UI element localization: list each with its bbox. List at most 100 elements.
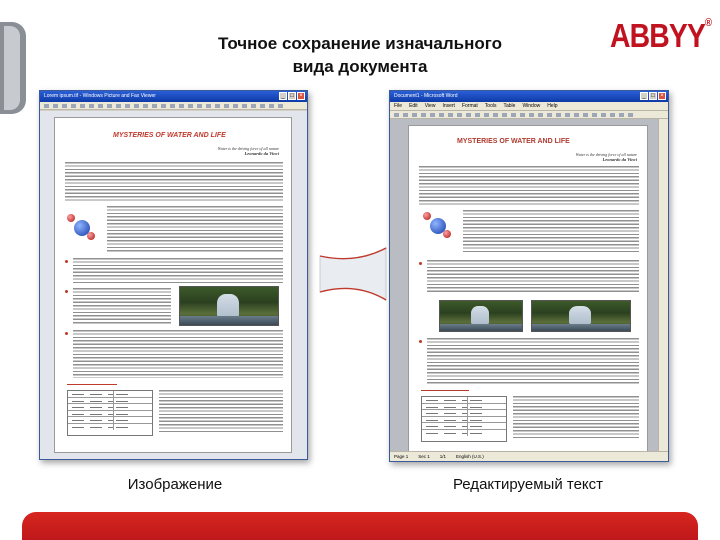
close-button[interactable]: ×: [297, 92, 305, 100]
table-cell: [68, 423, 115, 430]
scan-epigraph-author: Leonardo da Vinci: [244, 151, 279, 156]
maximize-button[interactable]: □: [288, 92, 296, 100]
logo-text: ABBYY: [610, 17, 706, 54]
image-viewer-titlebar[interactable]: Lorem ipsum.tif - Windows Picture and Fa…: [40, 91, 307, 102]
menu-item-table[interactable]: Table: [503, 102, 515, 110]
table-cell: [422, 410, 469, 416]
status-page: Page 1: [394, 454, 409, 459]
slide-side-tab: [0, 22, 26, 114]
scan-bullet-text: [73, 330, 283, 378]
menu-item-file[interactable]: File: [394, 102, 402, 110]
scan-intro-paragraph: [65, 162, 283, 202]
scan-document-title: MYSTERIES OF WATER AND LIFE: [113, 132, 226, 139]
word-title: Document1 - Microsoft Word: [394, 93, 458, 99]
status-page-count: 1/1: [439, 454, 447, 459]
table-row: [68, 423, 152, 430]
scan-bullet-text: [73, 288, 171, 324]
table-cell: [114, 423, 152, 430]
table-cell: [68, 391, 115, 397]
table-cell: [468, 429, 506, 436]
status-language: English (U.S.): [456, 454, 484, 459]
status-section: Sec 1: [418, 454, 430, 459]
table-cell: [422, 423, 469, 429]
waterfall-photo: [179, 286, 279, 326]
toolbar-icons[interactable]: [44, 104, 284, 108]
waterfall-photo: [531, 300, 631, 332]
logo-registered-mark: ®: [705, 17, 712, 29]
table-cell: [468, 423, 506, 429]
image-viewer-title: Lorem ipsum.tif - Windows Picture and Fa…: [44, 93, 156, 99]
word-titlebar[interactable]: Document1 - Microsoft Word _ □ ×: [390, 91, 668, 102]
vertical-scrollbar[interactable]: [658, 119, 668, 451]
table-cell: [468, 416, 506, 422]
waterfall-photo: [439, 300, 523, 332]
scan-table-caption: [67, 384, 117, 385]
slide-title-line1: Точное сохранение изначального: [218, 34, 502, 53]
table-cell: [422, 397, 469, 403]
menu-item-format[interactable]: Format: [462, 102, 478, 110]
word-toolbar[interactable]: [390, 111, 668, 119]
editable-page[interactable]: MYSTERIES OF WATER AND LIFE Water is the…: [408, 125, 648, 455]
menu-item-window[interactable]: Window: [522, 102, 540, 110]
editable-data-table: [421, 396, 507, 442]
molecule-hydrogen: [423, 212, 431, 220]
scan-bullet-text: [73, 258, 283, 284]
image-viewer-window[interactable]: Lorem ipsum.tif - Windows Picture and Fa…: [39, 90, 308, 460]
word-statusbar: Page 1 Sec 1 1/1 English (U.S.): [390, 451, 668, 461]
maximize-button[interactable]: □: [649, 92, 657, 100]
scan-bullet: [65, 332, 68, 335]
editable-bullet: [419, 262, 422, 265]
scan-paragraph: [107, 206, 283, 252]
word-window[interactable]: Document1 - Microsoft Word _ □ × File Ed…: [389, 90, 669, 462]
molecule-hydrogen: [443, 230, 451, 238]
conversion-arrow-callout: [319, 247, 387, 301]
scan-bullet: [65, 290, 68, 293]
editable-epigraph-author: Leonardo da Vinci: [602, 157, 637, 162]
table-row: [422, 429, 506, 436]
caption-editable-text: Редактируемый текст: [452, 476, 604, 493]
menu-item-help[interactable]: Help: [547, 102, 557, 110]
table-cell: [114, 391, 152, 397]
table-cell: [68, 410, 115, 416]
window-controls: _ □ ×: [279, 92, 305, 100]
editable-paragraph: [463, 210, 639, 254]
table-cell: [114, 410, 152, 416]
editable-table-caption: [421, 390, 469, 391]
editable-table-side-text: [513, 396, 639, 440]
scan-bullet: [65, 260, 68, 263]
caption-image: Изображение: [127, 476, 223, 493]
menu-item-view[interactable]: View: [425, 102, 436, 110]
table-cell: [422, 416, 469, 422]
menu-item-tools[interactable]: Tools: [485, 102, 497, 110]
molecule-hydrogen: [87, 232, 95, 240]
window-controls: _ □ ×: [640, 92, 666, 100]
minimize-button[interactable]: _: [279, 92, 287, 100]
table-cell: [114, 404, 152, 410]
molecule-hydrogen: [67, 214, 75, 222]
table-cell: [114, 417, 152, 423]
scan-table-side-text: [159, 390, 283, 434]
word-menubar: File Edit View Insert Format Tools Table…: [390, 102, 668, 111]
slide-title-line2: вида документа: [292, 57, 428, 76]
slide-title: Точное сохранение изначального вида доку…: [150, 32, 570, 78]
water-molecule-image: [67, 214, 97, 242]
editable-bullet-text: [427, 338, 639, 384]
toolbar-icons[interactable]: [394, 113, 634, 117]
water-molecule-image: [423, 212, 453, 240]
scan-data-table: [67, 390, 153, 436]
image-viewer-toolbar[interactable]: [40, 102, 307, 110]
table-cell: [68, 417, 115, 423]
table-cell: [468, 403, 506, 409]
table-cell: [422, 403, 469, 409]
menu-item-insert[interactable]: Insert: [442, 102, 455, 110]
editable-bullet-text: [427, 260, 639, 294]
minimize-button[interactable]: _: [640, 92, 648, 100]
table-cell: [68, 397, 115, 403]
abbyy-logo: ABBYY®: [610, 17, 712, 55]
editable-intro-paragraph: [419, 166, 639, 206]
word-document-area: MYSTERIES OF WATER AND LIFE Water is the…: [390, 119, 658, 455]
close-button[interactable]: ×: [658, 92, 666, 100]
menu-item-edit[interactable]: Edit: [409, 102, 418, 110]
image-canvas: MYSTERIES OF WATER AND LIFE Water is the…: [40, 111, 307, 459]
scan-epigraph: Water is the driving force of all nature…: [218, 146, 279, 156]
